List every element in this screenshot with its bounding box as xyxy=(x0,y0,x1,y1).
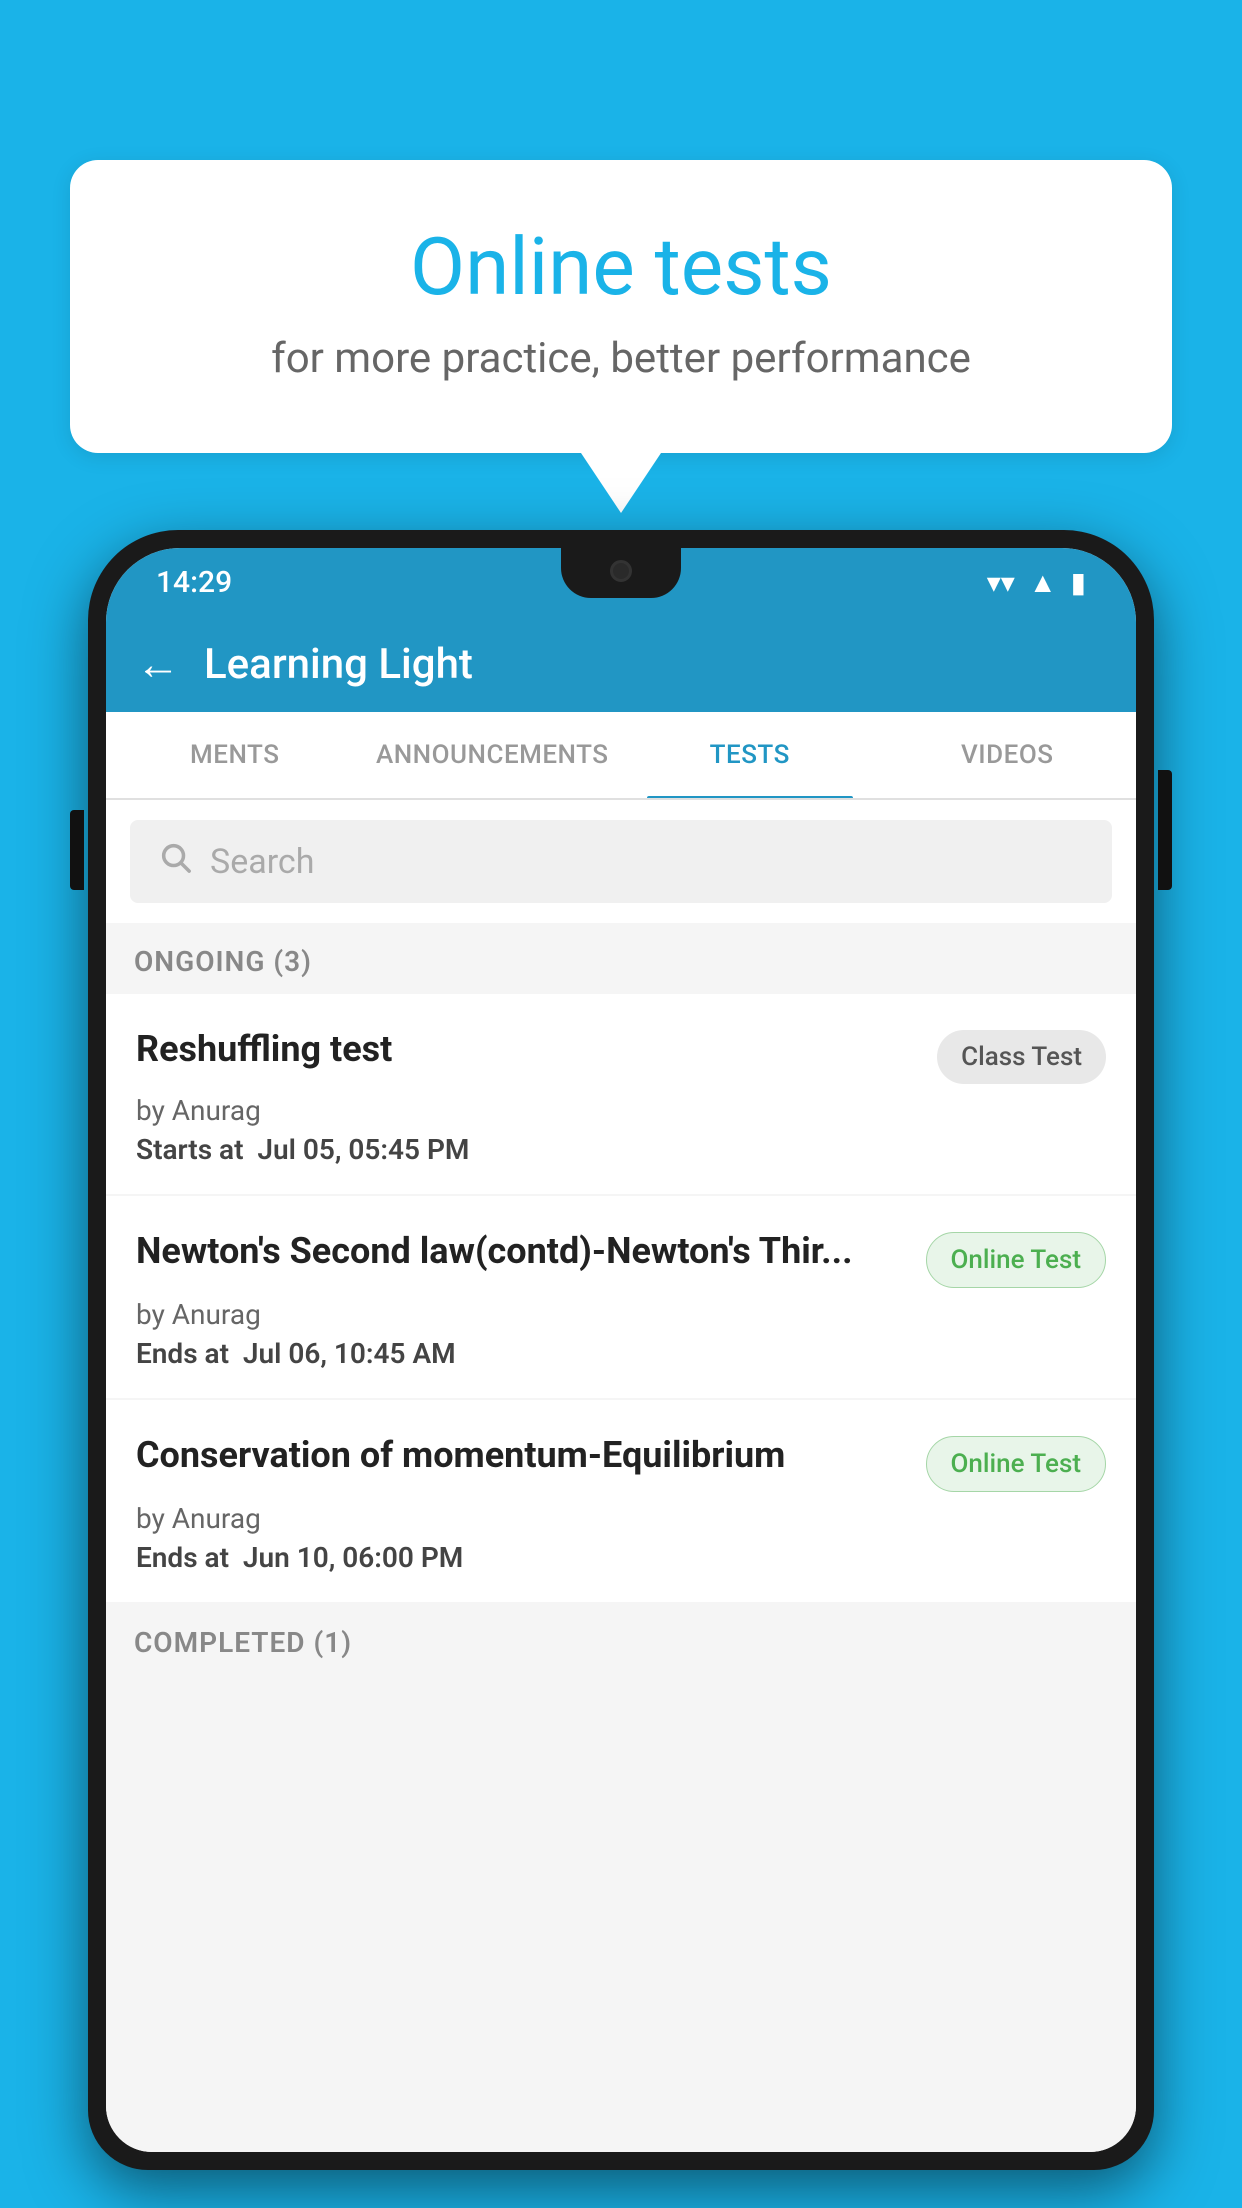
test-card-1-header: Reshuffling test Class Test xyxy=(136,1026,1106,1084)
phone-outer: 14:29 ▾▾ ▲ ▮ ← Learning Light MENTS ANNO… xyxy=(88,530,1154,2170)
test-card-3-by: by Anurag xyxy=(136,1502,1106,1535)
status-time: 14:29 xyxy=(156,565,232,600)
battery-icon: ▮ xyxy=(1071,566,1086,599)
status-icons: ▾▾ ▲ ▮ xyxy=(987,566,1086,599)
app-title: Learning Light xyxy=(204,640,473,689)
back-button[interactable]: ← xyxy=(136,638,180,690)
tab-announcements[interactable]: ANNOUNCEMENTS xyxy=(364,712,622,798)
test-card-1-date: Starts at Jul 05, 05:45 PM xyxy=(136,1133,1106,1166)
speech-bubble-wrapper: Online tests for more practice, better p… xyxy=(70,160,1172,513)
speech-bubble-arrow xyxy=(581,453,661,513)
test-card-2-badge: Online Test xyxy=(926,1232,1107,1288)
test-card-1-by: by Anurag xyxy=(136,1094,1106,1127)
phone-notch xyxy=(561,548,681,598)
search-container: Search xyxy=(106,800,1136,923)
wifi-icon: ▾▾ xyxy=(987,566,1015,599)
test-card-2-title: Newton's Second law(contd)-Newton's Thir… xyxy=(136,1228,926,1275)
phone-screen: 14:29 ▾▾ ▲ ▮ ← Learning Light MENTS ANNO… xyxy=(106,548,1136,2152)
test-card-1-title: Reshuffling test xyxy=(136,1026,937,1073)
test-card-2-by: by Anurag xyxy=(136,1298,1106,1331)
section-completed: COMPLETED (1) xyxy=(106,1604,1136,1675)
phone-wrapper: 14:29 ▾▾ ▲ ▮ ← Learning Light MENTS ANNO… xyxy=(88,530,1154,2208)
tab-videos[interactable]: VIDEOS xyxy=(879,712,1137,798)
test-card-3-header: Conservation of momentum-Equilibrium Onl… xyxy=(136,1432,1106,1492)
test-card-3-date: Ends at Jun 10, 06:00 PM xyxy=(136,1541,1106,1574)
section-ongoing: ONGOING (3) xyxy=(106,923,1136,994)
test-card-3[interactable]: Conservation of momentum-Equilibrium Onl… xyxy=(106,1400,1136,1602)
test-card-2-header: Newton's Second law(contd)-Newton's Thir… xyxy=(136,1228,1106,1288)
test-card-3-title: Conservation of momentum-Equilibrium xyxy=(136,1432,926,1479)
tabs-bar: MENTS ANNOUNCEMENTS TESTS VIDEOS xyxy=(106,712,1136,800)
search-placeholder: Search xyxy=(210,842,314,882)
test-card-2[interactable]: Newton's Second law(contd)-Newton's Thir… xyxy=(106,1196,1136,1398)
notch-camera xyxy=(610,560,632,582)
test-card-2-date: Ends at Jul 06, 10:45 AM xyxy=(136,1337,1106,1370)
signal-icon: ▲ xyxy=(1029,566,1057,599)
tab-ments[interactable]: MENTS xyxy=(106,712,364,798)
speech-bubble: Online tests for more practice, better p… xyxy=(70,160,1172,453)
test-card-1[interactable]: Reshuffling test Class Test by Anurag St… xyxy=(106,994,1136,1194)
speech-bubble-subtitle: for more practice, better performance xyxy=(150,334,1092,383)
speech-bubble-title: Online tests xyxy=(150,220,1092,314)
search-bar[interactable]: Search xyxy=(130,820,1112,903)
tab-tests[interactable]: TESTS xyxy=(621,712,879,798)
test-card-3-badge: Online Test xyxy=(926,1436,1107,1492)
app-bar: ← Learning Light xyxy=(106,616,1136,712)
test-card-1-badge: Class Test xyxy=(937,1030,1106,1084)
content-area: Search ONGOING (3) Reshuffling test Clas… xyxy=(106,800,1136,2152)
search-icon xyxy=(158,840,192,883)
